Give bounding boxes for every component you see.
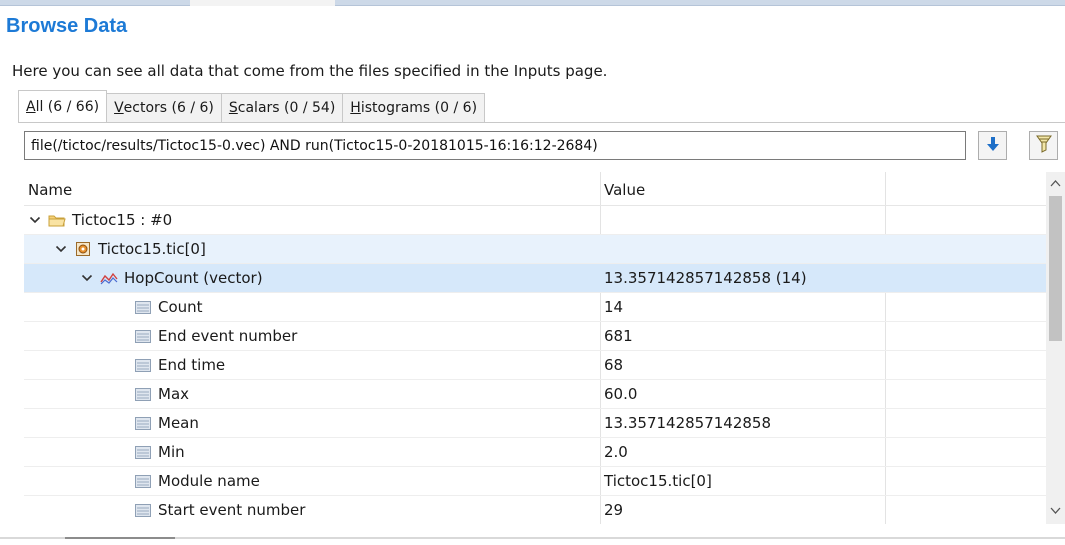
row-value: 2.0 bbox=[604, 443, 628, 461]
top-border bbox=[0, 0, 1065, 6]
field-icon bbox=[134, 415, 152, 431]
row-name-cell: Tictoc15 : #0 bbox=[28, 206, 172, 234]
tab-vectors[interactable]: Vectors (6 / 6) bbox=[107, 93, 222, 123]
row-name: Min bbox=[158, 443, 185, 461]
field-icon bbox=[134, 473, 152, 489]
row-value: 60.0 bbox=[604, 385, 638, 403]
tab-divider bbox=[18, 122, 1065, 123]
table-row[interactable]: Start event number 29 bbox=[24, 496, 1047, 524]
row-name: Count bbox=[158, 298, 203, 316]
top-strip bbox=[0, 0, 1065, 7]
field-icon bbox=[134, 386, 152, 402]
row-value: 14 bbox=[604, 298, 624, 316]
row-value: 29 bbox=[604, 501, 624, 519]
scroll-down-icon[interactable] bbox=[1050, 505, 1061, 516]
page-description: Here you can see all data that come from… bbox=[12, 62, 608, 80]
tab-mnemonic: A bbox=[26, 98, 36, 115]
bottom-tab-indicator bbox=[65, 537, 175, 539]
tab-scalars[interactable]: Scalars (0 / 54) bbox=[221, 93, 344, 123]
field-icon bbox=[134, 299, 152, 315]
top-tab-gap bbox=[190, 0, 335, 6]
row-name-cell: Start event number bbox=[134, 496, 305, 524]
table-row[interactable]: Tictoc15.tic[0] bbox=[24, 235, 1047, 264]
row-value: 68 bbox=[604, 356, 624, 374]
tab-label: ectors (6 / 6) bbox=[123, 100, 214, 116]
row-name-cell: Count bbox=[134, 293, 203, 321]
tab-mnemonic: S bbox=[228, 100, 238, 116]
table-row[interactable]: Tictoc15 : #0 bbox=[24, 206, 1047, 235]
row-name-cell: Min bbox=[134, 438, 185, 466]
row-value: 681 bbox=[604, 327, 633, 345]
chevron-down-icon[interactable] bbox=[80, 271, 94, 285]
scroll-up-icon[interactable] bbox=[1050, 178, 1061, 189]
tab-label: istograms (0 / 6) bbox=[360, 100, 478, 116]
tab-bar: All (6 / 66) Vectors (6 / 6) Scalars (0 … bbox=[18, 90, 486, 123]
table-row[interactable]: HopCount (vector) 13.357142857142858 (14) bbox=[24, 264, 1047, 293]
arrow-down-icon bbox=[986, 136, 1000, 156]
row-name-cell: Tictoc15.tic[0] bbox=[54, 235, 206, 263]
vector-icon bbox=[100, 270, 118, 286]
funnel-icon bbox=[1035, 134, 1053, 158]
field-icon bbox=[134, 502, 152, 518]
row-name: Module name bbox=[158, 472, 260, 490]
column-header-name[interactable]: Name bbox=[28, 181, 72, 199]
row-value: 13.357142857142858 (14) bbox=[604, 269, 807, 287]
table-row[interactable]: Count 14 bbox=[24, 293, 1047, 322]
table-header: Name Value bbox=[24, 172, 1047, 206]
table-row[interactable]: Min 2.0 bbox=[24, 438, 1047, 467]
table-row[interactable]: End event number 681 bbox=[24, 322, 1047, 351]
row-name-cell: HopCount (vector) bbox=[80, 264, 263, 292]
row-name: Tictoc15 : #0 bbox=[72, 211, 173, 229]
row-name-cell: Module name bbox=[134, 467, 260, 495]
tab-all[interactable]: All (6 / 66) bbox=[18, 90, 108, 123]
tab-histograms[interactable]: Histograms (0 / 6) bbox=[343, 93, 486, 123]
tab-mnemonic: V bbox=[114, 100, 124, 116]
chevron-down-icon[interactable] bbox=[54, 242, 68, 256]
row-name-cell: Mean bbox=[134, 409, 199, 437]
data-tree-table: Name Value Tictoc15 : #0 Tictoc15.tic[0] H… bbox=[24, 172, 1063, 524]
page-title: Browse Data bbox=[6, 15, 128, 37]
column-header-value[interactable]: Value bbox=[604, 181, 645, 199]
table-rows: Tictoc15 : #0 Tictoc15.tic[0] HopCount (ve… bbox=[24, 206, 1047, 524]
row-value: 13.357142857142858 bbox=[604, 414, 772, 432]
tab-label: calars (0 / 54) bbox=[237, 100, 336, 116]
row-name-cell: End event number bbox=[134, 322, 297, 350]
table-row[interactable]: End time 68 bbox=[24, 351, 1047, 380]
table-row[interactable]: Max 60.0 bbox=[24, 380, 1047, 409]
field-icon bbox=[134, 357, 152, 373]
row-name-cell: End time bbox=[134, 351, 225, 379]
tab-label: ll (6 / 66) bbox=[35, 98, 100, 115]
module-icon bbox=[74, 241, 92, 257]
row-name: HopCount (vector) bbox=[124, 269, 263, 287]
tab-mnemonic: H bbox=[350, 100, 361, 116]
field-icon bbox=[134, 328, 152, 344]
filter-input[interactable] bbox=[24, 131, 966, 160]
row-name: Start event number bbox=[158, 501, 306, 519]
table-row[interactable]: Mean 13.357142857142858 bbox=[24, 409, 1047, 438]
vertical-scrollbar[interactable] bbox=[1046, 172, 1065, 524]
filter-options-button[interactable] bbox=[1029, 131, 1058, 160]
field-icon bbox=[134, 444, 152, 460]
row-name: Max bbox=[158, 385, 190, 403]
row-name: End time bbox=[158, 356, 226, 374]
row-name: End event number bbox=[158, 327, 298, 345]
bottom-divider bbox=[0, 537, 1065, 539]
chevron-down-icon[interactable] bbox=[28, 213, 42, 227]
row-name-cell: Max bbox=[134, 380, 189, 408]
table-row[interactable]: Module name Tictoc15.tic[0] bbox=[24, 467, 1047, 496]
folder-icon bbox=[48, 212, 66, 228]
row-name: Tictoc15.tic[0] bbox=[98, 240, 206, 258]
scrollbar-thumb[interactable] bbox=[1049, 196, 1062, 341]
row-name: Mean bbox=[158, 414, 199, 432]
row-value: Tictoc15.tic[0] bbox=[604, 472, 712, 490]
apply-filter-button[interactable] bbox=[978, 131, 1007, 160]
